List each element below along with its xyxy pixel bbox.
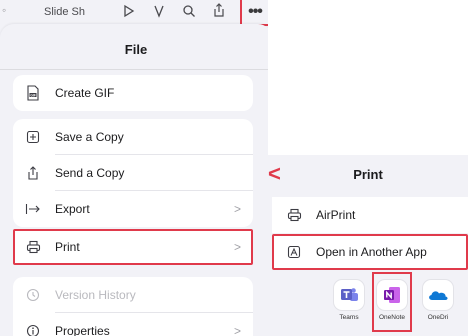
print-title: Print <box>353 167 383 182</box>
more-options-button[interactable]: ••• <box>240 0 270 26</box>
file-sheet: File GIF Create GIF Save a Copy Send a C… <box>0 24 272 336</box>
print-label: Print <box>55 240 80 254</box>
create-gif-label: Create GIF <box>55 86 115 100</box>
slideshow-label[interactable]: Slide Sh <box>44 6 85 18</box>
airprint-label: AirPrint <box>316 208 356 222</box>
export-icon <box>25 201 41 217</box>
version-history-label: Version History <box>55 288 136 302</box>
group-info: Version History Properties > <box>13 277 253 336</box>
teams-app[interactable]: Teams <box>329 274 369 321</box>
file-panel: ◦ Slide Sh ••• File GIF Create GIF Save … <box>0 0 272 336</box>
search-icon[interactable] <box>182 4 196 23</box>
printer-icon <box>25 239 41 255</box>
onedrive-icon <box>423 280 453 310</box>
onedrive-app[interactable]: OneDri <box>418 274 458 321</box>
share-icon[interactable] <box>212 3 226 23</box>
divider <box>0 69 272 70</box>
properties-label: Properties <box>55 324 110 336</box>
info-icon <box>25 323 41 336</box>
printer-icon <box>286 207 302 223</box>
group-print: Print > <box>13 229 253 265</box>
svg-text:GIF: GIF <box>30 93 35 97</box>
teams-icon <box>334 280 364 310</box>
play-icon[interactable] <box>122 4 136 23</box>
save-copy-label: Save a Copy <box>55 130 124 144</box>
chevron-right-icon: > <box>233 202 241 216</box>
pen-icon[interactable] <box>152 4 166 23</box>
teams-label: Teams <box>339 314 359 321</box>
onedrive-label: OneDri <box>427 314 449 321</box>
save-copy-icon <box>25 129 41 145</box>
history-icon <box>25 287 41 303</box>
export-item[interactable]: Export > <box>13 191 253 227</box>
open-in-another-app-label: Open in Another App <box>316 245 427 259</box>
export-label: Export <box>55 202 90 216</box>
airprint-item[interactable]: AirPrint <box>272 197 468 233</box>
properties-item[interactable]: Properties > <box>13 313 253 336</box>
create-gif-item[interactable]: GIF Create GIF <box>13 75 253 111</box>
print-item[interactable]: Print > <box>13 229 253 265</box>
onenote-highlight <box>372 272 412 332</box>
send-copy-item[interactable]: Send a Copy <box>13 155 253 191</box>
partial-icon: ◦ <box>2 3 7 17</box>
chevron-right-icon: > <box>233 324 241 336</box>
share-icon <box>25 165 41 181</box>
send-copy-label: Send a Copy <box>55 166 125 180</box>
app-share-strip: Teams OneNote OneDri <box>326 270 468 336</box>
save-copy-item[interactable]: Save a Copy <box>13 119 253 155</box>
sheet-title: File <box>124 42 148 57</box>
chevron-right-icon: > <box>233 240 241 254</box>
open-in-app-icon <box>286 244 302 260</box>
gif-icon: GIF <box>25 85 41 101</box>
group-copy-export: Save a Copy Send a Copy Export > <box>13 119 253 227</box>
group-create: GIF Create GIF <box>13 75 253 111</box>
print-sheet: < Print AirPrint Open in Another App Tea… <box>268 155 468 336</box>
print-panel: < Print AirPrint Open in Another App Tea… <box>268 0 468 336</box>
version-history-item: Version History <box>13 277 253 313</box>
open-in-another-app-item[interactable]: Open in Another App <box>272 234 468 270</box>
